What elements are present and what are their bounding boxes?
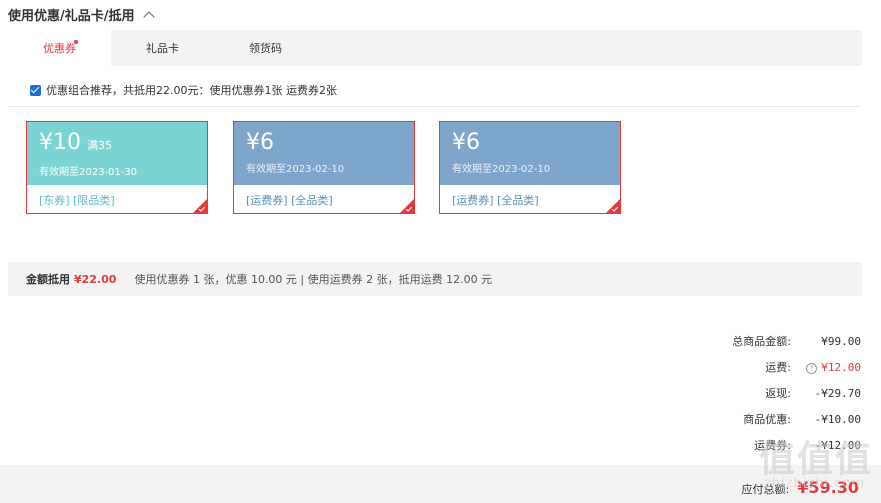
currency-symbol: ¥ xyxy=(39,130,53,155)
total-label: 运费: xyxy=(765,361,791,374)
coupon-value: 10 xyxy=(53,130,81,155)
tab-gift-card[interactable]: 礼品卡 xyxy=(111,30,214,66)
currency-symbol: ¥ xyxy=(452,130,466,155)
tab-bar: 优惠券 礼品卡 领货码 xyxy=(8,30,862,66)
section-title: 使用优惠/礼品卡/抵用 xyxy=(8,9,135,24)
total-row: 返现: -¥29.70 xyxy=(561,380,861,406)
coupon-amount-row: ¥10 满35 xyxy=(39,130,207,159)
total-label: 商品优惠: xyxy=(743,413,791,426)
currency-symbol: ¥ xyxy=(246,130,260,155)
summary-label: 金额抵用 xyxy=(26,273,70,286)
coupon-condition: 满35 xyxy=(87,139,112,152)
total-value: -¥29.70 xyxy=(814,386,861,400)
coupon-face: ¥6 有效期至2023-02-10 xyxy=(234,122,414,185)
coupon-amount-row: ¥6 xyxy=(246,130,414,156)
coupon-amount: ¥10 xyxy=(39,130,81,156)
total-row: 商品优惠: -¥10.00 xyxy=(561,406,861,432)
total-row: 运费: ! ¥12.00 xyxy=(561,354,861,380)
watermark-url: zhizhizhi.com xyxy=(764,476,865,491)
coupon-expiry: 有效期至2023-02-10 xyxy=(452,164,551,175)
coupon-value: 6 xyxy=(466,130,480,155)
total-label: 返现: xyxy=(765,387,791,400)
coupon-tags: [运费券] [全品类] xyxy=(452,194,539,207)
total-value: ¥99.00 xyxy=(821,334,861,348)
combo-recommendation[interactable]: 优惠组合推荐，共抵用22.00元：使用优惠券1张 运费券2张 xyxy=(30,82,337,98)
tab-coupons[interactable]: 优惠券 xyxy=(8,30,111,66)
total-value: ! ¥12.00 xyxy=(791,361,861,374)
coupon-amount: ¥6 xyxy=(246,130,274,156)
discount-panel: 优惠券 礼品卡 领货码 优惠组合推荐，共抵用22.00元：使用优惠券1张 运费券… xyxy=(8,30,862,296)
total-row: 总商品金额: ¥99.00 xyxy=(561,328,861,354)
summary-value: ¥22.00 xyxy=(74,272,117,286)
coupon-card[interactable]: ¥6 有效期至2023-02-10 [运费券] [全品类] xyxy=(439,121,621,214)
coupon-expiry: 有效期至2023-02-10 xyxy=(246,164,345,175)
total-label: 总商品金额: xyxy=(732,335,791,348)
coupon-value: 6 xyxy=(260,130,274,155)
coupon-tags: [东券] [限品类] xyxy=(39,194,115,207)
tab-label: 优惠券 xyxy=(43,42,76,55)
shipping-value: ¥12.00 xyxy=(821,360,861,374)
coupon-face: ¥6 有效期至2023-02-10 xyxy=(440,122,620,185)
notification-dot-icon xyxy=(74,40,78,44)
chevron-up-icon[interactable] xyxy=(142,10,155,23)
summary-detail: 使用优惠券 1 张，优惠 10.00 元 | 使用运费券 2 张，抵用运费 12… xyxy=(134,273,493,286)
section-header[interactable]: 使用优惠/礼品卡/抵用 xyxy=(8,5,155,24)
coupon-card[interactable]: ¥10 满35 有效期至2023-01-30 [东券] [限品类] xyxy=(26,121,208,214)
combo-text: 优惠组合推荐，共抵用22.00元：使用优惠券1张 运费券2张 xyxy=(46,84,337,97)
tab-pickup-code[interactable]: 领货码 xyxy=(214,30,317,66)
coupon-tags: [运费券] [全品类] xyxy=(246,194,333,207)
tab-label: 领货码 xyxy=(249,42,282,55)
info-icon[interactable]: ! xyxy=(806,362,818,374)
coupon-amount: ¥6 xyxy=(452,130,480,156)
total-value: -¥10.00 xyxy=(814,412,861,426)
coupon-expiry: 有效期至2023-01-30 xyxy=(39,167,138,178)
tab-label: 礼品卡 xyxy=(146,42,179,55)
watermark-logo: 值值值 xyxy=(758,439,873,480)
divider xyxy=(8,106,862,107)
coupon-card[interactable]: ¥6 有效期至2023-02-10 [运费券] [全品类] xyxy=(233,121,415,214)
discount-summary: 金额抵用 ¥22.00 使用优惠券 1 张，优惠 10.00 元 | 使用运费券… xyxy=(8,262,862,296)
coupon-face: ¥10 满35 有效期至2023-01-30 xyxy=(27,122,207,185)
combo-checkbox[interactable] xyxy=(30,84,41,96)
coupon-amount-row: ¥6 xyxy=(452,130,620,156)
